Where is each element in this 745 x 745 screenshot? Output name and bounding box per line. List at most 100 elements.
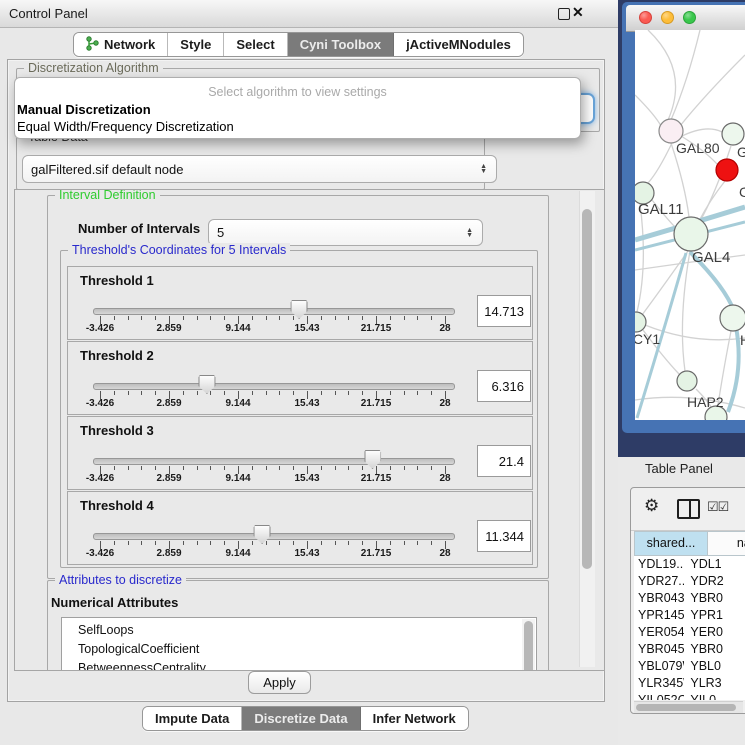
columns-icon[interactable] (677, 499, 700, 519)
cell-shared-name[interactable]: YLR345W (634, 675, 684, 692)
tab-jactivemnodules[interactable]: jActiveMNodules (394, 33, 523, 56)
cell-shared-name[interactable]: YDR27... (634, 573, 684, 590)
network-node[interactable] (635, 312, 646, 332)
float-window-icon[interactable] (558, 8, 570, 20)
network-edge (682, 251, 690, 371)
settings-scrollpane: Interval Definition Number of Intervals … (14, 189, 605, 671)
tick-mark (293, 391, 294, 395)
network-canvas[interactable]: GAL80GACGAL11GAL4GCY1HHAP2 (635, 30, 745, 420)
tick-mark (321, 316, 322, 320)
table-row[interactable]: YBL079WYBL0 (634, 658, 745, 675)
threshold-panel: Threshold 2 -3.4262.8599.14415.4321.7152… (67, 341, 533, 415)
tick-mark (390, 466, 391, 470)
threshold-value-field[interactable]: 6.316 (477, 370, 531, 402)
tick-mark (293, 316, 294, 320)
settings-vertical-scrollbar[interactable] (579, 191, 595, 667)
node-label: GAL11 (638, 201, 684, 218)
tab-impute-data[interactable]: Impute Data (143, 707, 242, 730)
slider-thumb[interactable] (198, 375, 215, 394)
cell-name[interactable]: YBR0 (684, 641, 745, 658)
tick-mark (155, 466, 156, 470)
table-row[interactable]: YBR045CYBR0 (634, 641, 745, 658)
zoom-light[interactable] (683, 11, 696, 24)
close-light[interactable] (639, 11, 652, 24)
slider-ticks: -3.4262.8599.14415.4321.71528 (100, 267, 445, 339)
cell-shared-name[interactable]: YBL079W (634, 658, 684, 675)
node-label: HAP2 (687, 394, 724, 410)
group-title: Interval Definition (55, 189, 160, 202)
slider-thumb[interactable] (254, 525, 271, 544)
network-node[interactable] (722, 123, 744, 145)
network-node[interactable] (674, 217, 708, 251)
tick-mark (266, 466, 267, 470)
network-node[interactable] (677, 371, 697, 391)
table-row[interactable]: YDL19...YDL1 (634, 556, 745, 573)
gear-icon[interactable]: ⚙ (644, 496, 659, 516)
tick-label: 2.859 (156, 548, 181, 559)
table-row[interactable]: YLR345WYLR3 (634, 675, 745, 692)
tick-mark (114, 541, 115, 545)
cell-name[interactable]: YPR1 (684, 607, 745, 624)
network-node[interactable] (720, 305, 745, 331)
tick-mark (390, 541, 391, 545)
threshold-value-field[interactable]: 21.4 (477, 445, 531, 477)
close-icon[interactable]: ✕ (572, 4, 584, 21)
table-row[interactable]: YIL052CYIL0 (634, 692, 745, 700)
cell-shared-name[interactable]: YBR045C (634, 641, 684, 658)
tab-infer-network[interactable]: Infer Network (361, 707, 468, 730)
tab-cyni-toolbox[interactable]: Cyni Toolbox (288, 33, 394, 56)
table-header-shared-name[interactable]: shared... (634, 531, 708, 556)
tick-label: 2.859 (156, 398, 181, 409)
table-row[interactable]: YBR043CYBR0 (634, 590, 745, 607)
checkbox-icons[interactable]: ☑☑ (707, 499, 728, 515)
scrollbar-thumb[interactable] (636, 704, 736, 711)
table-header-name[interactable]: name (708, 531, 745, 556)
tick-mark (362, 391, 363, 395)
table-row[interactable]: YPR145WYPR1 (634, 607, 745, 624)
attributes-list[interactable]: SelfLoopsTopologicalCoefficientBetweenne… (61, 617, 537, 671)
minimize-light[interactable] (661, 11, 674, 24)
table-data-combobox[interactable]: galFiltered.sif default node ▲▼ (22, 155, 497, 183)
cell-shared-name[interactable]: YBR043C (634, 590, 684, 607)
attribute-item-selfloops[interactable]: SelfLoops (62, 621, 536, 640)
cell-shared-name[interactable]: YDL19... (634, 556, 684, 573)
table-horizontal-scrollbar[interactable] (634, 701, 743, 713)
tick-mark (390, 391, 391, 395)
cell-shared-name[interactable]: YIL052C (634, 692, 684, 700)
apply-button[interactable]: Apply (248, 671, 311, 694)
scrollbar-thumb[interactable] (582, 209, 592, 569)
network-node[interactable] (716, 159, 738, 181)
tab-network[interactable]: Network (74, 33, 168, 56)
panel-title: Control Panel (9, 6, 88, 21)
cell-name[interactable]: YDR2 (684, 573, 745, 590)
tick-mark (321, 466, 322, 470)
node-label: H (740, 332, 745, 348)
cell-name[interactable]: YER0 (684, 624, 745, 641)
num-intervals-combobox[interactable]: 5 ▲▼ (208, 219, 483, 246)
cell-name[interactable]: YDL1 (684, 556, 745, 573)
attribute-item-betweennesscentrality[interactable]: BetweennessCentrality (62, 659, 536, 671)
control-panel-window: Control Panel ✕ NetworkStyleSelectCyni T… (0, 0, 745, 745)
tab-style[interactable]: Style (168, 33, 224, 56)
network-window-titlebar[interactable] (626, 5, 745, 32)
cell-name[interactable]: YLR3 (684, 675, 745, 692)
slider-thumb[interactable] (364, 450, 381, 469)
cell-shared-name[interactable]: YER054C (634, 624, 684, 641)
tab-select[interactable]: Select (224, 33, 287, 56)
tick-mark (431, 391, 432, 395)
cell-name[interactable]: YIL0 (684, 692, 745, 700)
popup-option-manual-discretization[interactable]: Manual Discretization (17, 102, 151, 117)
cell-shared-name[interactable]: YPR145W (634, 607, 684, 624)
table-row[interactable]: YER054CYER0 (634, 624, 745, 641)
tick-mark (128, 316, 129, 320)
cell-name[interactable]: YBL0 (684, 658, 745, 675)
attributes-list-scrollbar[interactable] (522, 619, 535, 671)
table-row[interactable]: YDR27...YDR2 (634, 573, 745, 590)
tab-discretize-data[interactable]: Discretize Data (242, 707, 360, 730)
cell-name[interactable]: YBR0 (684, 590, 745, 607)
threshold-value-field[interactable]: 11.344 (477, 520, 531, 552)
tick-mark (335, 466, 336, 470)
threshold-value-field[interactable]: 14.713 (477, 295, 531, 327)
attribute-item-topologicalcoefficient[interactable]: TopologicalCoefficient (62, 640, 536, 659)
popup-option-equal-width-frequency-discretization[interactable]: Equal Width/Frequency Discretization (17, 119, 234, 134)
